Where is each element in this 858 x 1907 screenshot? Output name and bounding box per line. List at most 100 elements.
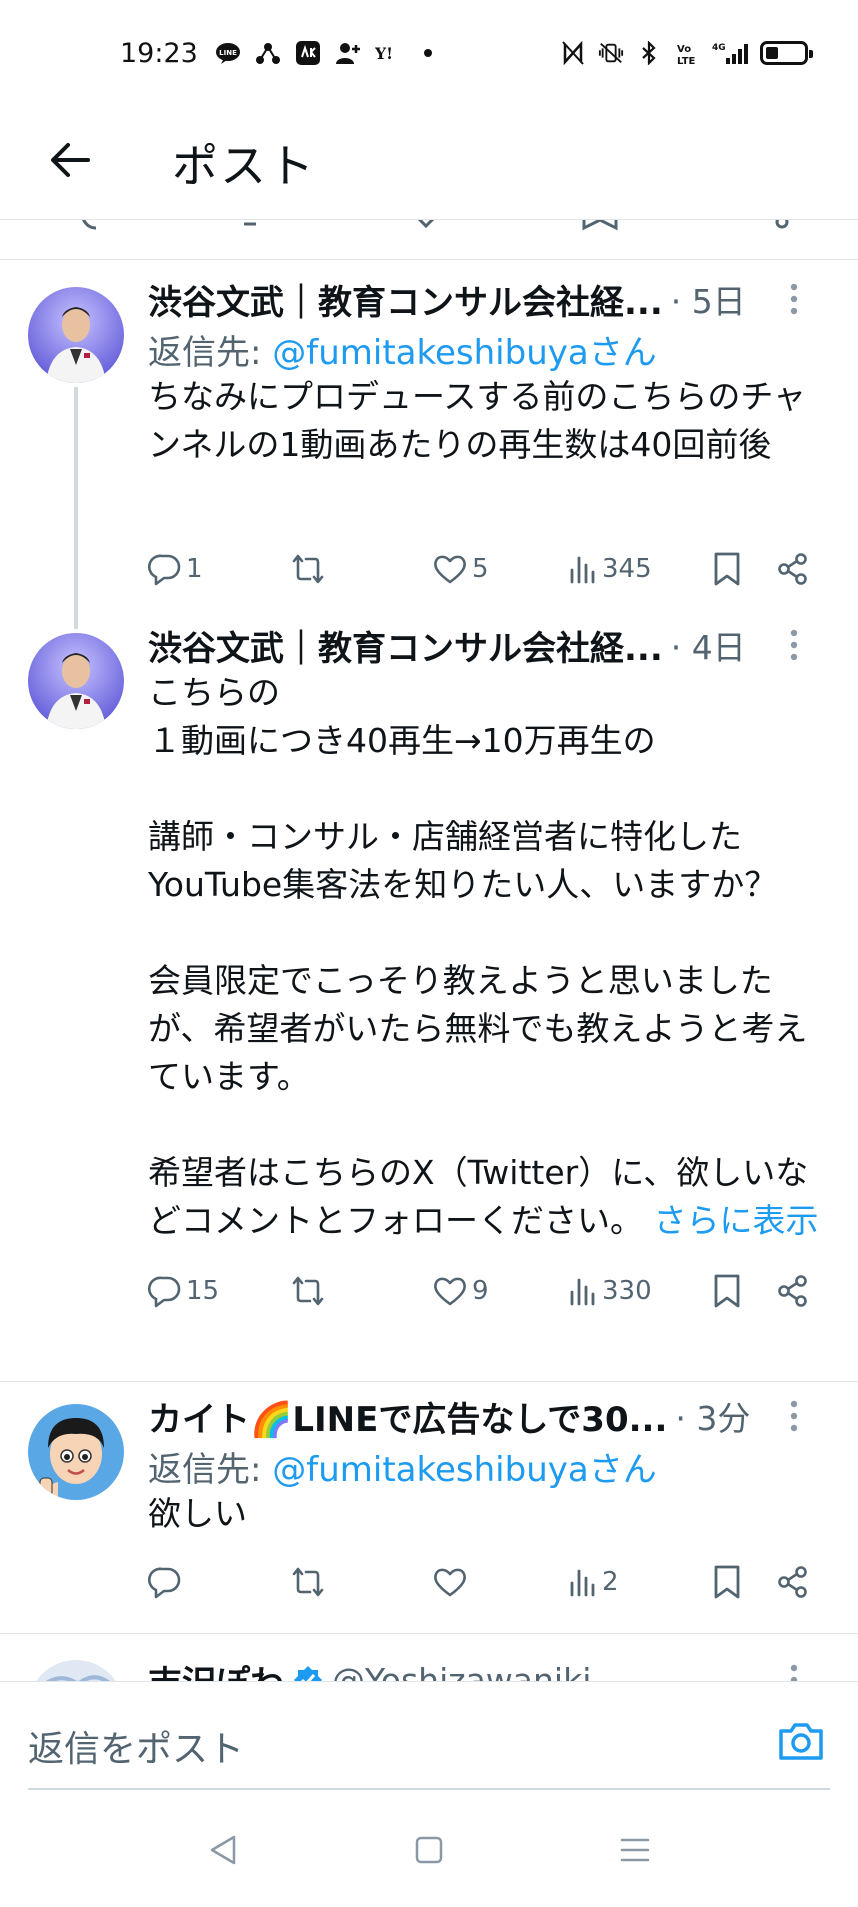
share-button[interactable] — [776, 545, 810, 593]
bookmark-button[interactable] — [712, 545, 742, 593]
author-name[interactable]: 吉沢ぽわ — [148, 1656, 284, 1682]
vibrate-icon — [598, 40, 624, 66]
like-button[interactable]: 5 — [432, 545, 489, 593]
heart-icon — [434, 555, 466, 584]
share-button[interactable] — [776, 1267, 810, 1315]
tweet-time[interactable]: · 3分 — [675, 1392, 750, 1440]
reply-to: 返信先: @fumitakeshibuyaさん — [148, 1442, 834, 1490]
status-bar: 19:23 LINE Y! Vo LTE 4G — [0, 0, 858, 110]
nav-menu-button[interactable] — [610, 1825, 660, 1875]
share-icon — [778, 1566, 807, 1598]
bookmark-button[interactable] — [712, 1267, 742, 1315]
camera-button[interactable] — [774, 1714, 828, 1768]
tweet[interactable]: 渋谷文武｜教育コンサル会社経... · 4日 こちらの １動画につき40再生→1… — [0, 615, 858, 1351]
tweet[interactable]: 吉沢ぽわ @Yoshizawaniki — [0, 1634, 858, 1681]
views-icon — [570, 1569, 595, 1597]
show-more-link[interactable]: さらに表示 — [654, 1201, 819, 1240]
more-options-button[interactable] — [774, 1660, 814, 1681]
previous-tweet-actions — [0, 220, 858, 260]
views-count: 2 — [602, 1567, 619, 1597]
tweet-header: 渋谷文武｜教育コンサル会社経... · 5日 — [148, 275, 834, 323]
reply-to-handle[interactable]: @fumitakeshibuyaさん — [272, 1450, 656, 1490]
nav-back-button[interactable] — [198, 1825, 248, 1875]
reply-feed: 渋谷文武｜教育コンサル会社経... · 5日 返信先: @fumitakeshi… — [0, 261, 858, 1681]
tweet-actions: 15 9 330 — [148, 1267, 818, 1315]
nfc-icon — [560, 40, 586, 66]
svg-text:LINE: LINE — [219, 49, 237, 57]
status-left-icons: LINE Y! — [215, 40, 441, 66]
signal-4g-icon: 4G — [712, 40, 748, 66]
nav-home-button[interactable] — [404, 1825, 454, 1875]
views-count: 345 — [602, 554, 652, 584]
svg-text:4G: 4G — [712, 43, 726, 53]
author-name[interactable]: 渋谷文武｜教育コンサル会社経... — [148, 275, 663, 324]
triangle-back-icon — [210, 1835, 236, 1865]
reply-count: 15 — [186, 1276, 220, 1306]
tweet[interactable]: カイト🌈LINEで広告なしで30... · 3分 返信先: @fumitakes… — [0, 1382, 858, 1632]
author-handle[interactable]: @Yoshizawaniki — [332, 1661, 591, 1682]
composer-underline — [28, 1788, 830, 1790]
tweet[interactable]: 渋谷文武｜教育コンサル会社経... · 5日 返信先: @fumitakeshi… — [0, 261, 858, 629]
tweet-text-body: こちらの １動画につき40再生→10万再生の 講師・コンサル・店舗経営者に特化し… — [148, 673, 809, 1240]
like-count: 5 — [472, 554, 489, 584]
retweet-button[interactable] — [288, 545, 332, 593]
share-button[interactable] — [776, 1558, 810, 1606]
author-name[interactable]: 渋谷文武｜教育コンサル会社経... — [148, 621, 663, 670]
svg-text:Y!: Y! — [375, 44, 393, 63]
bluetooth-icon — [636, 40, 662, 66]
heart-icon — [434, 1277, 466, 1306]
views-button[interactable]: 330 — [568, 1267, 652, 1315]
reply-count: 1 — [186, 554, 203, 584]
avatar[interactable] — [28, 287, 124, 383]
retweet-icon — [292, 1276, 324, 1306]
status-right-icons: Vo LTE 4G — [560, 40, 813, 66]
line-icon: LINE — [215, 40, 241, 66]
reply-icon — [148, 1567, 181, 1599]
tweet-time[interactable]: · 4日 — [671, 621, 746, 669]
battery-icon — [760, 41, 813, 65]
back-button[interactable] — [40, 130, 100, 190]
like-button[interactable]: 9 — [432, 1267, 489, 1315]
tweet-header: 渋谷文武｜教育コンサル会社経... · 4日 — [148, 621, 834, 669]
views-button[interactable]: 345 — [568, 545, 652, 593]
volte-icon: Vo LTE — [674, 40, 700, 66]
more-options-button[interactable] — [774, 625, 814, 665]
more-vertical-icon — [790, 1400, 798, 1432]
views-button[interactable]: 2 — [568, 1558, 619, 1606]
arrow-left-icon — [51, 143, 90, 177]
bookmark-button[interactable] — [712, 1558, 742, 1606]
reply-button[interactable] — [148, 1558, 186, 1606]
like-count: 9 — [472, 1276, 489, 1306]
reply-button[interactable]: 15 — [148, 1267, 219, 1315]
bookmark-icon — [714, 1565, 740, 1599]
more-options-button[interactable] — [774, 1396, 814, 1436]
retweet-icon — [292, 1567, 324, 1597]
retweet-button[interactable] — [288, 1267, 332, 1315]
menu-lines-icon — [620, 1838, 650, 1862]
reply-button[interactable]: 1 — [148, 545, 203, 593]
tweet-actions: 1 5 345 — [148, 545, 818, 593]
reply-to-prefix: 返信先: — [148, 333, 273, 373]
thread-line — [74, 387, 78, 629]
reply-input[interactable]: 返信をポスト — [28, 1720, 244, 1772]
bookmark-icon — [714, 1274, 740, 1308]
author-name[interactable]: カイト🌈LINEで広告なしで30... — [148, 1392, 667, 1441]
more-vertical-icon — [790, 283, 798, 315]
heart-icon — [434, 1568, 466, 1597]
square-home-icon — [415, 1836, 443, 1864]
app-header: ポスト — [0, 110, 858, 220]
avatar[interactable] — [28, 1660, 124, 1681]
avatar[interactable] — [28, 633, 124, 729]
tweet-text: こちらの １動画につき40再生→10万再生の 講師・コンサル・店舗経営者に特化し… — [148, 669, 834, 1245]
svg-text:Vo: Vo — [677, 44, 691, 55]
more-vertical-icon — [790, 1664, 798, 1681]
reply-composer: 返信をポスト — [0, 1681, 858, 1791]
svg-text:LTE: LTE — [677, 56, 696, 65]
more-options-button[interactable] — [774, 279, 814, 319]
avatar[interactable] — [28, 1404, 124, 1500]
reply-to-handle[interactable]: @fumitakeshibuyaさん — [272, 333, 656, 373]
retweet-button[interactable] — [288, 1558, 332, 1606]
tweet-time[interactable]: · 5日 — [671, 275, 746, 323]
like-button[interactable] — [432, 1558, 472, 1606]
person-add-icon — [335, 40, 361, 66]
